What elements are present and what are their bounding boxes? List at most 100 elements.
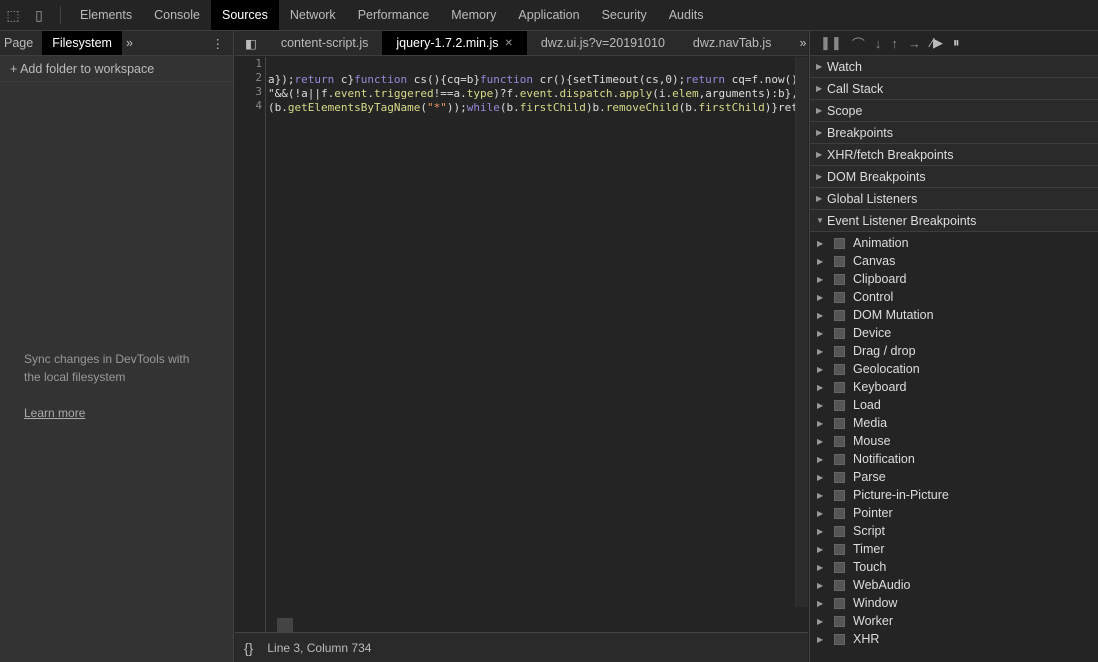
section-global-listeners[interactable]: ▶ Global Listeners	[810, 188, 1098, 210]
checkbox[interactable]	[834, 399, 845, 411]
checkbox[interactable]	[834, 597, 845, 609]
checkbox[interactable]	[834, 489, 845, 501]
tab-elements[interactable]: Elements	[69, 0, 143, 30]
triangle-right-icon[interactable]: ▶	[817, 293, 828, 302]
event-category[interactable]: ▶ Media	[810, 414, 1098, 432]
event-category[interactable]: ▶ Script	[810, 522, 1098, 540]
checkbox[interactable]	[834, 327, 845, 339]
triangle-right-icon[interactable]: ▶	[817, 527, 828, 536]
code-area[interactable]: a});return c}function cs(){cq=b}function…	[268, 59, 795, 115]
event-category[interactable]: ▶ Animation	[810, 234, 1098, 252]
checkbox[interactable]	[834, 507, 845, 519]
pretty-print-icon[interactable]: {}	[244, 640, 253, 656]
event-category[interactable]: ▶ DOM Mutation	[810, 306, 1098, 324]
device-toolbar-icon[interactable]: ▯	[26, 0, 52, 30]
event-category[interactable]: ▶ Worker	[810, 612, 1098, 630]
event-category[interactable]: ▶ Notification	[810, 450, 1098, 468]
event-category[interactable]: ▶ XHR	[810, 630, 1098, 648]
event-category[interactable]: ▶ Parse	[810, 468, 1098, 486]
step-into-icon[interactable]: ↓	[875, 36, 882, 51]
tab-audits[interactable]: Audits	[658, 0, 715, 30]
deactivate-breakpoints-icon[interactable]: ⁄▶	[931, 35, 943, 51]
vertical-scrollbar[interactable]	[795, 57, 808, 607]
event-category[interactable]: ▶ Clipboard	[810, 270, 1098, 288]
tab-console[interactable]: Console	[143, 0, 211, 30]
checkbox[interactable]	[834, 453, 845, 465]
checkbox[interactable]	[834, 435, 845, 447]
triangle-right-icon[interactable]: ▶	[817, 455, 828, 464]
checkbox[interactable]	[834, 381, 845, 393]
more-tabs-icon[interactable]: »	[122, 31, 142, 55]
event-category[interactable]: ▶ Drag / drop	[810, 342, 1098, 360]
checkbox[interactable]	[834, 417, 845, 429]
editor-tab[interactable]: content-script.js	[267, 31, 383, 55]
checkbox[interactable]	[834, 291, 845, 303]
tab-application[interactable]: Application	[507, 0, 590, 30]
checkbox[interactable]	[834, 237, 845, 249]
checkbox[interactable]	[834, 579, 845, 591]
section-call-stack[interactable]: ▶ Call Stack	[810, 78, 1098, 100]
event-category[interactable]: ▶ Touch	[810, 558, 1098, 576]
editor-tab[interactable]: dwz.navTab.js	[679, 31, 786, 55]
triangle-right-icon[interactable]: ▶	[817, 257, 828, 266]
triangle-right-icon[interactable]: ▶	[817, 347, 828, 356]
event-category[interactable]: ▶ Timer	[810, 540, 1098, 558]
checkbox[interactable]	[834, 543, 845, 555]
tab-security[interactable]: Security	[591, 0, 658, 30]
triangle-right-icon[interactable]: ▶	[817, 383, 828, 392]
triangle-right-icon[interactable]: ▶	[817, 581, 828, 590]
step-out-icon[interactable]: ↑	[891, 36, 898, 51]
triangle-right-icon[interactable]: ▶	[817, 329, 828, 338]
tab-performance[interactable]: Performance	[347, 0, 441, 30]
triangle-right-icon[interactable]: ▶	[817, 635, 828, 644]
pause-icon[interactable]: ❚❚	[820, 35, 842, 51]
triangle-right-icon[interactable]: ▶	[817, 311, 828, 320]
triangle-right-icon[interactable]: ▶	[817, 599, 828, 608]
tab-network[interactable]: Network	[279, 0, 347, 30]
event-category[interactable]: ▶ Device	[810, 324, 1098, 342]
tab-sources[interactable]: Sources	[210, 0, 279, 30]
triangle-right-icon[interactable]: ▶	[817, 419, 828, 428]
checkbox[interactable]	[834, 273, 845, 285]
section-dom-breakpoints[interactable]: ▶ DOM Breakpoints	[810, 166, 1098, 188]
checkbox[interactable]	[834, 615, 845, 627]
checkbox[interactable]	[834, 561, 845, 573]
triangle-right-icon[interactable]: ▶	[817, 275, 828, 284]
section-scope[interactable]: ▶ Scope	[810, 100, 1098, 122]
checkbox[interactable]	[834, 345, 845, 357]
event-category[interactable]: ▶ Pointer	[810, 504, 1098, 522]
editor-tab-active[interactable]: jquery-1.7.2.min.js ✕	[382, 31, 527, 55]
event-category[interactable]: ▶ Window	[810, 594, 1098, 612]
triangle-right-icon[interactable]: ▶	[817, 563, 828, 572]
toggle-navigator-icon[interactable]: ◧	[235, 31, 267, 55]
triangle-right-icon[interactable]: ▶	[817, 473, 828, 482]
event-category[interactable]: ▶ Load	[810, 396, 1098, 414]
event-category[interactable]: ▶ Canvas	[810, 252, 1098, 270]
horizontal-scrollbar-thumb[interactable]	[277, 618, 293, 632]
event-category[interactable]: ▶ Mouse	[810, 432, 1098, 450]
section-event-listener-breakpoints[interactable]: ▼ Event Listener Breakpoints	[810, 210, 1098, 232]
pause-on-exceptions-icon[interactable]: ⏸	[953, 35, 960, 51]
triangle-right-icon[interactable]: ▶	[817, 401, 828, 410]
checkbox[interactable]	[834, 633, 845, 645]
triangle-right-icon[interactable]: ▶	[817, 239, 828, 248]
event-category[interactable]: ▶ Keyboard	[810, 378, 1098, 396]
triangle-right-icon[interactable]: ▶	[817, 491, 828, 500]
close-icon[interactable]: ✕	[504, 38, 512, 49]
triangle-right-icon[interactable]: ▶	[817, 509, 828, 518]
event-category[interactable]: ▶ Control	[810, 288, 1098, 306]
checkbox[interactable]	[834, 255, 845, 267]
section-breakpoints[interactable]: ▶ Breakpoints	[810, 122, 1098, 144]
triangle-right-icon[interactable]: ▶	[817, 437, 828, 446]
triangle-right-icon[interactable]: ▶	[817, 545, 828, 554]
tab-page[interactable]: Page	[0, 31, 42, 55]
triangle-right-icon[interactable]: ▶	[817, 617, 828, 626]
inspect-element-icon[interactable]: ⬚	[0, 0, 26, 30]
step-over-icon[interactable]: ⌒	[852, 34, 865, 53]
tab-filesystem[interactable]: Filesystem	[42, 31, 122, 55]
event-category[interactable]: ▶ Picture-in-Picture	[810, 486, 1098, 504]
more-options-icon[interactable]: ⋮	[208, 31, 234, 55]
checkbox[interactable]	[834, 471, 845, 483]
editor-tab[interactable]: dwz.ui.js?v=20191010	[527, 31, 679, 55]
event-category[interactable]: ▶ WebAudio	[810, 576, 1098, 594]
